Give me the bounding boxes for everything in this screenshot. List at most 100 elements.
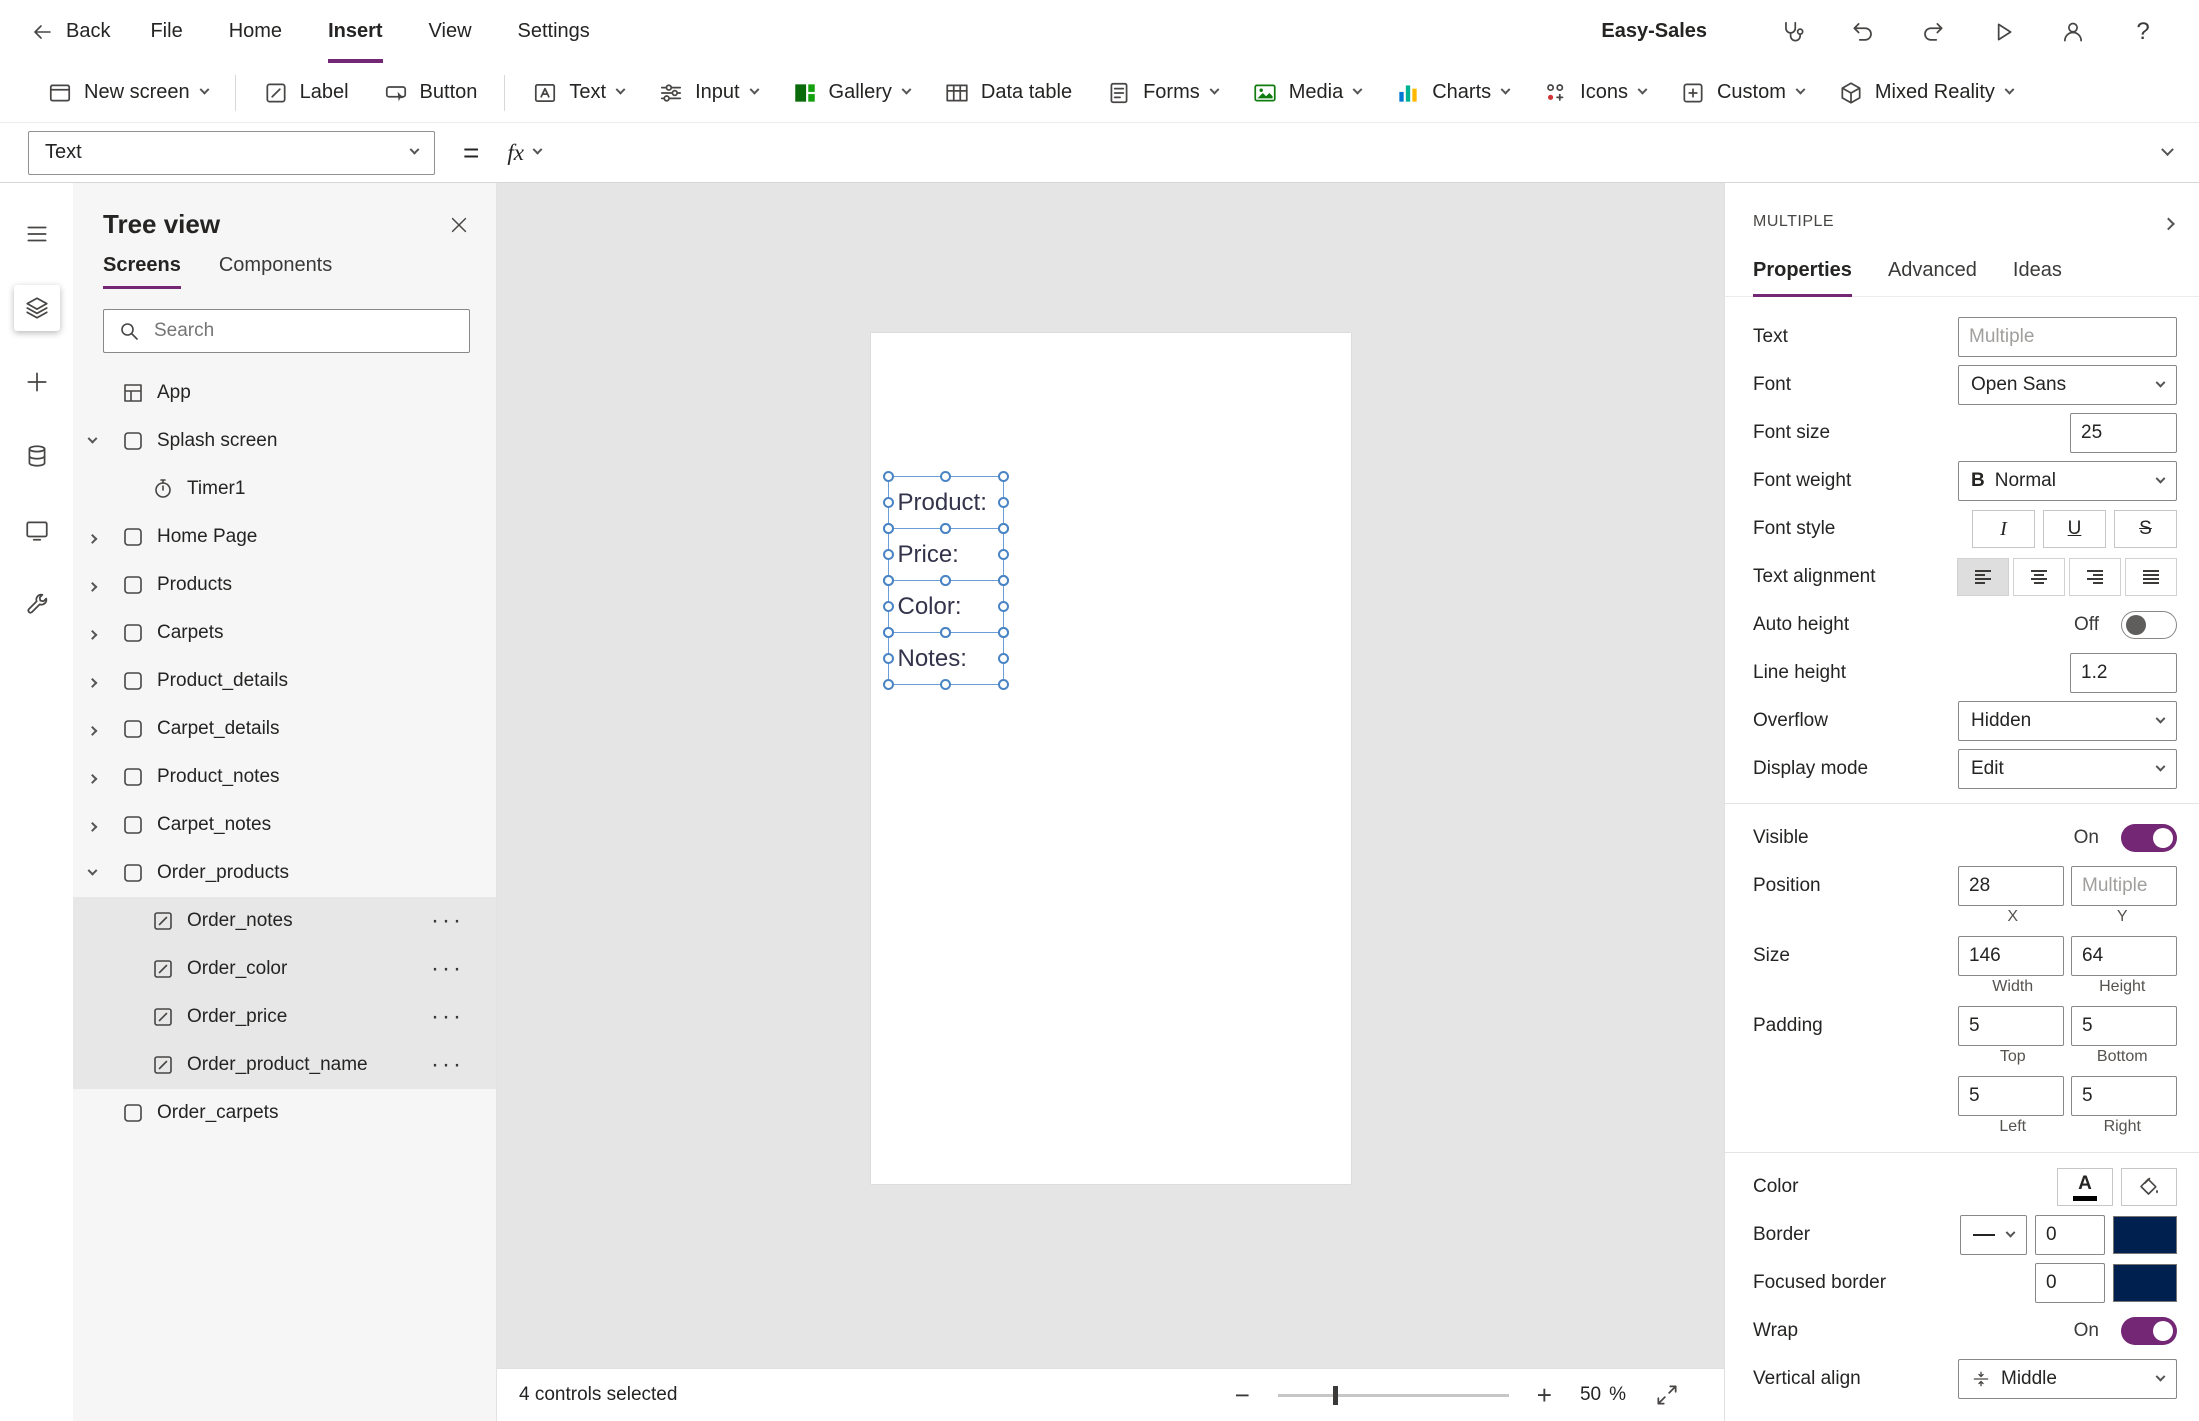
focused-border-width-input[interactable] [2035, 1263, 2105, 1303]
tab-advanced[interactable]: Advanced [1888, 259, 1977, 297]
tree-item-carpet-notes[interactable]: Carpet_notes [73, 801, 496, 849]
padding-right-input[interactable] [2071, 1076, 2177, 1116]
focused-border-color-swatch[interactable] [2113, 1264, 2177, 1302]
input-menu[interactable]: Input [641, 70, 774, 116]
font-color-button[interactable]: A [2057, 1168, 2113, 1206]
resize-handle[interactable] [882, 523, 894, 534]
border-style-select[interactable] [1960, 1215, 2027, 1255]
fit-to-window-icon[interactable] [1654, 1382, 1680, 1408]
resize-handle[interactable] [882, 679, 894, 690]
resize-handle[interactable] [882, 575, 894, 586]
button-button[interactable]: Button [366, 70, 495, 116]
overflow-menu-icon[interactable]: ··· [431, 1005, 464, 1029]
label-button[interactable]: Label [246, 70, 366, 116]
chevron-right-icon[interactable] [87, 821, 98, 832]
media-menu[interactable]: Media [1235, 70, 1378, 116]
user-icon[interactable] [2057, 16, 2089, 48]
tree-item-product-notes[interactable]: Product_notes [73, 753, 496, 801]
menu-view[interactable]: View [429, 0, 472, 63]
fill-color-button[interactable] [2121, 1168, 2177, 1206]
chevron-down-icon[interactable] [87, 865, 98, 876]
tree-item-app[interactable]: App [73, 369, 496, 417]
overflow-menu-icon[interactable]: ··· [431, 909, 464, 933]
align-justify-button[interactable] [2125, 558, 2177, 596]
screen-canvas[interactable]: Product: Price: Color: Notes: [870, 333, 1351, 1184]
text-input[interactable] [1958, 317, 2177, 357]
resize-handle[interactable] [997, 496, 1009, 508]
app-checker-icon[interactable] [1777, 16, 1809, 48]
auto-height-toggle[interactable] [2121, 611, 2177, 639]
chevron-right-icon[interactable] [87, 677, 98, 688]
resize-handle[interactable] [882, 652, 894, 664]
align-left-button[interactable] [1957, 558, 2009, 596]
resize-handle[interactable] [939, 679, 951, 690]
padding-bottom-input[interactable] [2071, 1006, 2177, 1046]
tab-properties[interactable]: Properties [1753, 259, 1852, 297]
chevron-down-icon[interactable] [87, 433, 98, 444]
data-table-button[interactable]: Data table [927, 70, 1089, 116]
label-order-color[interactable]: Color: [882, 575, 1009, 638]
menu-insert[interactable]: Insert [328, 0, 383, 63]
overflow-select[interactable]: Hidden [1958, 701, 2177, 741]
media-rail-icon[interactable] [14, 507, 60, 553]
tab-components[interactable]: Components [219, 254, 332, 289]
visible-toggle[interactable] [2121, 824, 2177, 852]
tree-item-order-notes[interactable]: Order_notes ··· [73, 897, 496, 945]
tree-item-carpets[interactable]: Carpets [73, 609, 496, 657]
tree-item-splash-screen[interactable]: Splash screen [73, 417, 496, 465]
chevron-right-icon[interactable] [87, 725, 98, 736]
close-icon[interactable] [448, 214, 470, 236]
tree-item-home-page[interactable]: Home Page [73, 513, 496, 561]
overflow-menu-icon[interactable]: ··· [431, 957, 464, 981]
border-color-swatch[interactable] [2113, 1216, 2177, 1254]
resize-handle[interactable] [997, 627, 1009, 638]
help-icon[interactable]: ? [2127, 16, 2159, 48]
zoom-slider-thumb[interactable] [1333, 1385, 1339, 1405]
fx-menu[interactable]: fx [507, 140, 543, 166]
tab-ideas[interactable]: Ideas [2013, 259, 2062, 297]
wrap-toggle[interactable] [2121, 1317, 2177, 1345]
size-height-input[interactable] [2071, 936, 2177, 976]
property-selector[interactable]: Text [28, 130, 435, 175]
chevron-right-icon[interactable] [87, 533, 98, 544]
menu-settings[interactable]: Settings [518, 0, 590, 63]
tree-item-timer1[interactable]: Timer1 [73, 465, 496, 513]
padding-left-input[interactable] [1958, 1076, 2064, 1116]
line-height-input[interactable] [2070, 653, 2177, 693]
chevron-right-icon[interactable] [87, 629, 98, 640]
forms-menu[interactable]: Forms [1089, 70, 1235, 116]
padding-top-input[interactable] [1958, 1006, 2064, 1046]
label-order-price[interactable]: Price: [882, 523, 1009, 586]
tree-item-products[interactable]: Products [73, 561, 496, 609]
overflow-menu-icon[interactable]: ··· [431, 1053, 464, 1077]
tree-item-order-products[interactable]: Order_products [73, 849, 496, 897]
back-button[interactable]: Back [30, 20, 110, 44]
display-mode-select[interactable]: Edit [1958, 749, 2177, 789]
tree-item-product-details[interactable]: Product_details [73, 657, 496, 705]
chevron-right-icon[interactable] [87, 773, 98, 784]
resize-handle[interactable] [882, 548, 894, 560]
collapse-panel-icon[interactable] [2162, 217, 2175, 230]
label-order-product-name[interactable]: Product: [882, 471, 1009, 534]
strikethrough-button[interactable]: S [2114, 510, 2177, 548]
menu-home[interactable]: Home [229, 0, 282, 63]
resize-handle[interactable] [997, 548, 1009, 560]
vertical-align-select[interactable]: Middle [1958, 1359, 2177, 1399]
undo-icon[interactable] [1847, 16, 1879, 48]
font-weight-select[interactable]: B Normal [1958, 461, 2177, 501]
resize-handle[interactable] [997, 600, 1009, 612]
tree-item-order-color[interactable]: Order_color ··· [73, 945, 496, 993]
resize-handle[interactable] [939, 627, 951, 638]
tree-item-carpet-details[interactable]: Carpet_details [73, 705, 496, 753]
resize-handle[interactable] [882, 471, 894, 482]
custom-menu[interactable]: Custom [1663, 70, 1821, 116]
tab-screens[interactable]: Screens [103, 254, 181, 289]
resize-handle[interactable] [939, 471, 951, 482]
zoom-slider[interactable] [1277, 1385, 1509, 1405]
text-menu[interactable]: Text [515, 70, 641, 116]
resize-handle[interactable] [939, 523, 951, 534]
resize-handle[interactable] [997, 471, 1009, 482]
play-icon[interactable] [1987, 16, 2019, 48]
font-size-input[interactable] [2070, 413, 2177, 453]
chevron-right-icon[interactable] [87, 581, 98, 592]
